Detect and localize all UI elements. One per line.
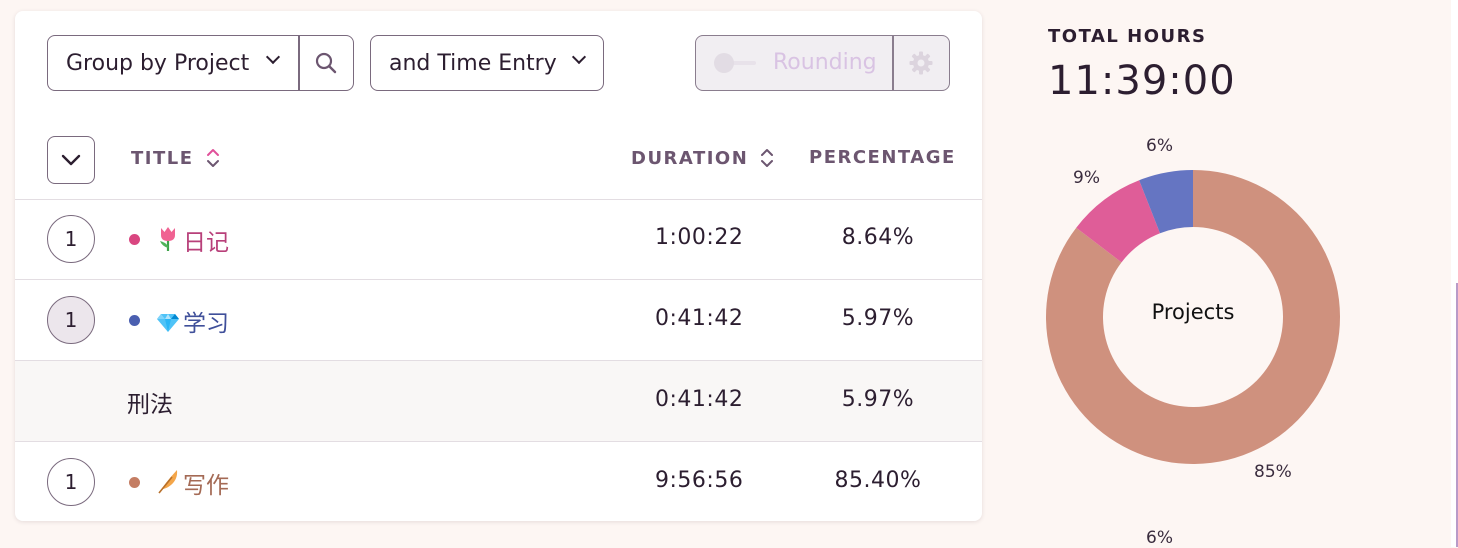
slice-label: 6% <box>1146 528 1173 548</box>
duration-cell: 0:41:42 <box>655 387 744 412</box>
rounding-settings-button[interactable] <box>893 36 949 90</box>
duration-column-header[interactable]: DURATION <box>631 147 774 169</box>
percentage-cell: 8.64% <box>841 225 915 250</box>
project-color-dot <box>129 234 140 245</box>
duration-cell: 0:41:42 <box>655 306 744 331</box>
tulip-icon <box>160 227 175 251</box>
sort-icon <box>206 149 219 167</box>
percentage-column-header: PERCENTAGE <box>809 147 956 168</box>
percentage-cell: 5.97% <box>841 306 915 331</box>
gem-icon <box>157 314 179 332</box>
group-by-dropdown[interactable]: Group by Project <box>47 35 354 91</box>
duration-cell: 1:00:22 <box>655 225 744 250</box>
entry-count-button[interactable]: 1 <box>47 296 95 344</box>
chevron-down-icon <box>571 49 587 65</box>
percentage-cell: 5.97% <box>841 387 915 412</box>
search-button[interactable] <box>299 36 353 90</box>
table-row[interactable]: 1 学习 0:41:42 5.97% <box>15 280 982 361</box>
entry-count-button[interactable]: 1 <box>47 458 95 506</box>
feather-icon <box>158 470 178 494</box>
duration-cell: 9:56:56 <box>655 468 744 493</box>
chevron-down-icon <box>61 154 81 166</box>
donut-center-label: Projects <box>1151 300 1235 324</box>
slice-label: 9% <box>1073 168 1100 188</box>
table-row[interactable]: 1 写作 9:56:56 85.40% <box>15 442 982 521</box>
entry-count-button[interactable]: 1 <box>47 215 95 263</box>
table-header: TITLE DURATION PERCENTAGE <box>15 133 982 200</box>
collapse-all-button[interactable] <box>47 136 95 184</box>
title-header-label: TITLE <box>131 147 194 169</box>
table-row[interactable]: 1 日记 1:00:22 8.64% <box>15 199 982 280</box>
toolbar: Group by Project and Time Entry Rounding <box>15 11 982 121</box>
time-entry-name: 刑法 <box>127 392 173 418</box>
chevron-down-icon <box>265 49 281 65</box>
project-color-dot <box>129 315 140 326</box>
total-hours-label: TOTAL HOURS <box>1048 26 1207 47</box>
sort-icon <box>761 149 774 167</box>
project-name: 日记 <box>183 230 229 256</box>
percentage-header-label: PERCENTAGE <box>809 147 956 168</box>
title-column-header[interactable]: TITLE <box>131 147 220 169</box>
rounding-control: Rounding <box>695 35 950 91</box>
secondary-group-dropdown[interactable]: and Time Entry <box>370 35 604 91</box>
duration-header-label: DURATION <box>631 147 749 169</box>
time-entry-row[interactable]: 刑法 0:41:42 5.97% <box>15 361 982 442</box>
total-hours-value: 11:39:00 <box>1048 58 1236 104</box>
slice-label: 85% <box>1254 462 1292 482</box>
secondary-group-label: and Time Entry <box>389 50 557 76</box>
rounding-toggle[interactable] <box>714 53 758 73</box>
report-table-card: Group by Project and Time Entry Rounding <box>15 11 982 521</box>
gear-icon <box>909 51 933 75</box>
toggle-knob <box>714 53 734 73</box>
project-color-dot <box>129 477 140 488</box>
project-name: 学习 <box>183 311 229 337</box>
rounding-label: Rounding <box>773 50 877 75</box>
project-name: 写作 <box>183 473 229 499</box>
group-by-label: Group by Project <box>66 50 250 76</box>
percentage-cell: 85.40% <box>834 468 922 493</box>
search-icon <box>315 52 337 74</box>
slice-label: 6% <box>1146 136 1173 156</box>
